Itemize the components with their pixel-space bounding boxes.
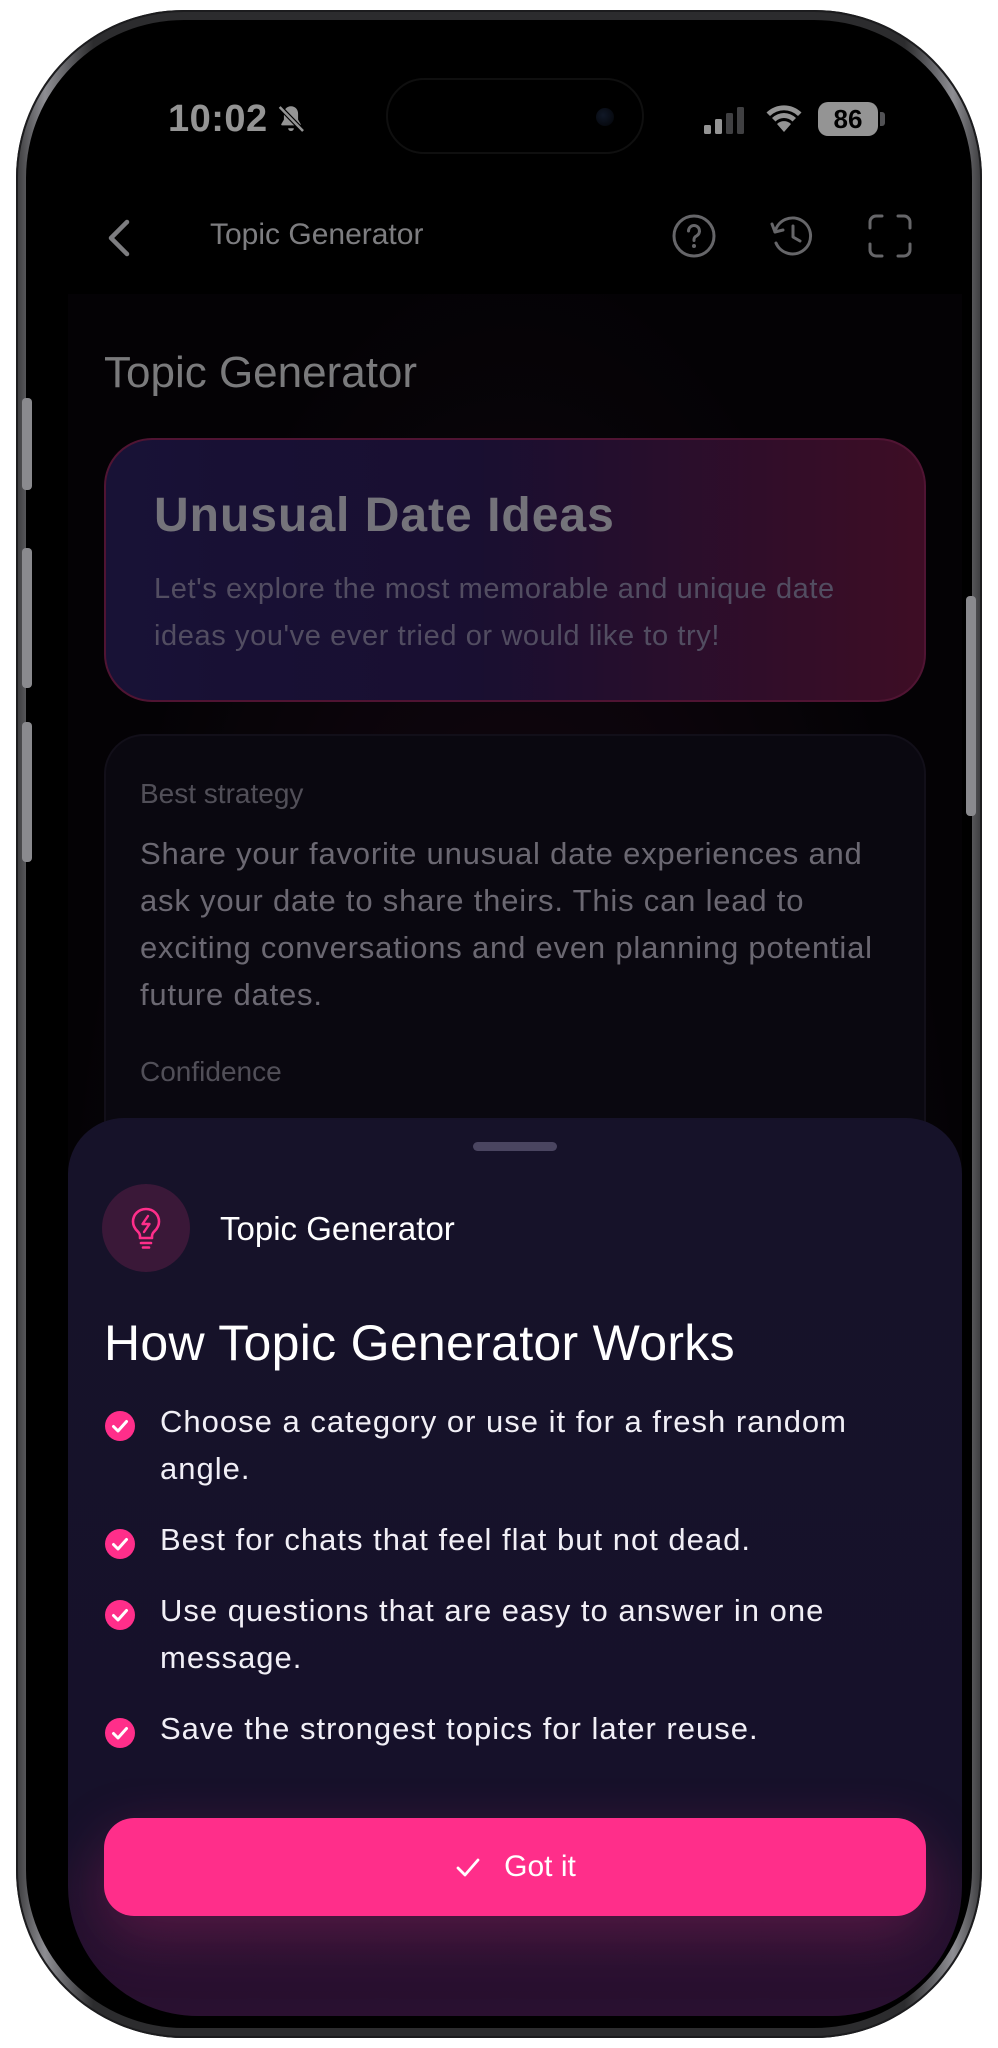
tip-text: Save the strongest topics for later reus… bbox=[160, 1711, 759, 1746]
sheet-title: How Topic Generator Works bbox=[104, 1315, 735, 1371]
dynamic-island bbox=[386, 78, 644, 154]
topic-description: Let's explore the most memorable and uni… bbox=[154, 573, 835, 652]
status-time: 10:02 bbox=[168, 98, 268, 140]
page-title: Topic Generator bbox=[104, 348, 418, 397]
silent-switch bbox=[22, 398, 32, 490]
signal-icon bbox=[704, 107, 744, 134]
topic-card[interactable]: Unusual Date Ideas Let's explore the mos… bbox=[104, 438, 926, 702]
strategy-label: Best strategy bbox=[140, 778, 304, 809]
lightbulb-icon bbox=[131, 1207, 161, 1249]
tip-text: Use questions that are easy to answer in… bbox=[160, 1593, 825, 1675]
check-circle-icon bbox=[105, 1411, 135, 1441]
expand-icon[interactable] bbox=[864, 210, 916, 262]
volume-up-button bbox=[22, 548, 32, 688]
feature-badge bbox=[102, 1184, 190, 1272]
bell-slash-icon bbox=[277, 105, 305, 133]
check-circle-icon bbox=[105, 1600, 135, 1630]
battery-tip bbox=[880, 112, 885, 126]
sheet-drag-handle[interactable] bbox=[473, 1142, 557, 1151]
strategy-text: Share your favorite unusual date experie… bbox=[140, 836, 873, 1012]
topic-title: Unusual Date Ideas bbox=[154, 489, 615, 542]
confidence-label: Confidence bbox=[140, 1056, 282, 1087]
check-circle-icon bbox=[105, 1529, 135, 1559]
tip-text: Best for chats that feel flat but not de… bbox=[160, 1522, 752, 1557]
tip-item: Best for chats that feel flat but not de… bbox=[104, 1516, 926, 1563]
got-it-button[interactable]: Got it bbox=[104, 1818, 926, 1916]
tip-item: Use questions that are easy to answer in… bbox=[104, 1587, 926, 1681]
tip-item: Save the strongest topics for later reus… bbox=[104, 1705, 926, 1752]
screen: Topic Generator Unusual Date Ideas Let's… bbox=[68, 54, 962, 2016]
tip-item: Choose a category or use it for a fresh … bbox=[104, 1398, 926, 1492]
help-icon[interactable] bbox=[668, 210, 720, 262]
history-icon[interactable] bbox=[766, 210, 818, 262]
back-chevron-icon[interactable] bbox=[100, 216, 140, 260]
check-circle-icon bbox=[105, 1718, 135, 1748]
info-bottom-sheet: Topic Generator How Topic Generator Work… bbox=[68, 1118, 962, 2016]
nav-title: Topic Generator bbox=[210, 218, 424, 251]
feature-name: Topic Generator bbox=[220, 1210, 455, 1247]
device-frame: Topic Generator Unusual Date Ideas Let's… bbox=[16, 10, 982, 2038]
power-button bbox=[966, 596, 976, 816]
tip-text: Choose a category or use it for a fresh … bbox=[160, 1404, 847, 1486]
checkmark-icon bbox=[456, 1858, 480, 1877]
battery-icon: 86 bbox=[818, 102, 878, 136]
got-it-label: Got it bbox=[504, 1850, 576, 1883]
camera-icon bbox=[596, 108, 614, 126]
volume-down-button bbox=[22, 722, 32, 862]
tips-list: Choose a category or use it for a fresh … bbox=[104, 1398, 926, 1776]
wifi-icon bbox=[766, 105, 802, 132]
